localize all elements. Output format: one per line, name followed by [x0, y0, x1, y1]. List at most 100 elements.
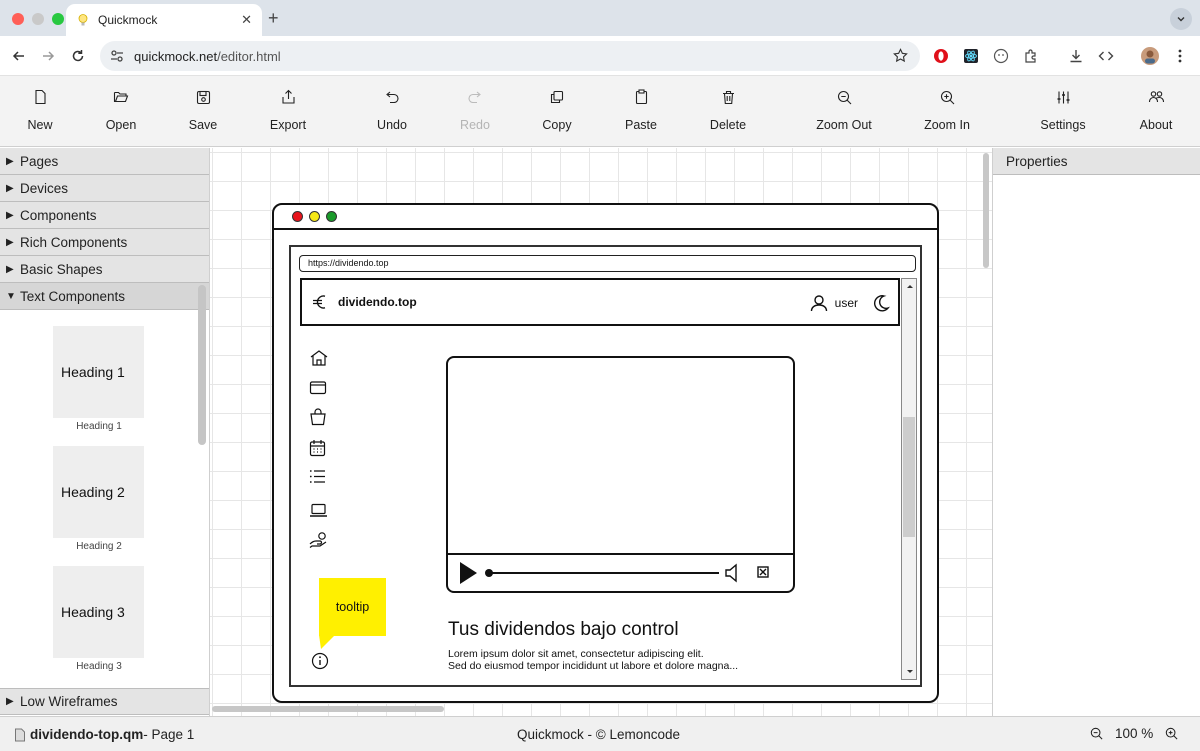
hand-coin-icon — [309, 531, 329, 549]
info-icon — [311, 652, 329, 670]
url-text: quickmock.net/editor.html — [134, 48, 281, 64]
undo-button[interactable]: Undo — [352, 86, 432, 138]
paste-button[interactable]: Paste — [601, 86, 681, 138]
devtools-code-icon[interactable] — [1096, 46, 1116, 66]
zoom-out-icon — [837, 86, 852, 108]
opera-extension-icon[interactable] — [931, 46, 951, 66]
properties-panel: Properties — [992, 148, 1200, 716]
browser-tab[interactable]: Quickmock ✕ — [66, 4, 262, 36]
browser-menu-icon[interactable] — [1170, 46, 1190, 66]
caret-right-icon: ▶ — [6, 236, 14, 248]
section-basic-shapes[interactable]: ▶ Basic Shapes — [0, 256, 209, 283]
maximize-window-button[interactable] — [52, 13, 64, 25]
mock-browser-viewport: https://dividendo.top dividendo.top user — [289, 245, 922, 687]
close-window-button[interactable] — [12, 13, 24, 25]
section-pages[interactable]: ▶ Pages — [0, 148, 209, 175]
zoom-in-icon[interactable] — [1165, 727, 1178, 740]
video-progress-bar[interactable] — [484, 567, 724, 579]
canvas-vertical-scrollbar[interactable] — [983, 153, 989, 268]
site-settings-icon[interactable] — [110, 49, 124, 63]
component-heading-2[interactable]: Heading 2 Heading 2 — [53, 446, 145, 552]
caret-right-icon: ▶ — [6, 696, 14, 707]
zoom-out-icon[interactable] — [1090, 727, 1103, 740]
reload-icon — [72, 50, 84, 62]
mock-scroll-thumb[interactable] — [903, 417, 915, 537]
forward-button[interactable] — [38, 46, 58, 66]
mock-browser-window[interactable]: https://dividendo.top dividendo.top user — [272, 203, 939, 703]
gallery-scrollbar[interactable] — [198, 285, 206, 445]
extensions-puzzle-icon[interactable] — [1021, 46, 1041, 66]
text-components-list: Heading 1 Heading 1 Heading 2 Heading 2 … — [0, 313, 210, 687]
new-tab-button[interactable]: + — [268, 8, 279, 28]
window-controls — [12, 13, 64, 25]
caret-right-icon: ▶ — [6, 182, 14, 194]
about-button[interactable]: About — [1116, 86, 1196, 138]
shopping-bag-icon — [309, 408, 327, 426]
section-rich-components[interactable]: ▶ Rich Components — [0, 229, 209, 256]
export-button[interactable]: Export — [248, 86, 328, 138]
redo-icon — [467, 86, 483, 108]
settings-button[interactable]: Settings — [1023, 86, 1103, 138]
mock-video-player[interactable] — [446, 356, 795, 593]
export-icon — [281, 86, 296, 108]
current-file: dividendo-top.qm - Page 1 — [14, 727, 194, 742]
save-button[interactable]: Save — [163, 86, 243, 138]
tab-search-button[interactable] — [1170, 8, 1192, 30]
zoom-out-button[interactable]: Zoom Out — [804, 86, 884, 138]
zoom-in-icon — [940, 86, 955, 108]
mock-scrollbar[interactable] — [901, 278, 917, 680]
component-gallery-panel: ▶ Pages ▶ Devices ▶ Components ▶ Rich Compon… — [0, 148, 210, 716]
new-button[interactable]: New — [0, 86, 80, 138]
downloads-icon[interactable] — [1066, 46, 1086, 66]
volume-icon[interactable] — [724, 563, 742, 583]
copy-button[interactable]: Copy — [517, 86, 597, 138]
minimize-window-button[interactable] — [32, 13, 44, 25]
canvas-horizontal-scrollbar[interactable] — [212, 706, 444, 712]
mock-maximize-dot — [326, 211, 337, 222]
calendar-icon — [309, 439, 326, 457]
component-heading-1[interactable]: Heading 1 Heading 1 — [53, 326, 145, 432]
open-button[interactable]: Open — [81, 86, 161, 138]
mock-minimize-dot — [309, 211, 320, 222]
url-field[interactable]: quickmock.net/editor.html — [100, 41, 920, 71]
zoom-level: 100 % — [1115, 726, 1154, 741]
section-devices[interactable]: ▶ Devices — [0, 175, 209, 202]
moon-icon — [872, 294, 890, 312]
back-button[interactable] — [9, 46, 29, 66]
copy-icon — [550, 86, 564, 108]
mock-brand: dividendo.top — [338, 295, 417, 309]
fullscreen-icon[interactable] — [757, 566, 769, 578]
browser-address-bar: quickmock.net/editor.html — [0, 36, 1200, 76]
react-devtools-icon[interactable] — [961, 46, 981, 66]
section-components[interactable]: ▶ Components — [0, 202, 209, 229]
editor-canvas[interactable]: https://dividendo.top dividendo.top user — [210, 148, 992, 716]
section-low-wireframes[interactable]: ▶ Low Wireframes — [0, 688, 209, 715]
extension-face-icon[interactable] — [991, 46, 1011, 66]
bookmark-star-icon[interactable] — [893, 48, 908, 63]
scroll-up-icon — [907, 285, 913, 288]
scroll-down-icon — [907, 670, 913, 673]
arrow-left-icon — [12, 51, 24, 61]
user-icon — [810, 294, 828, 312]
profile-avatar[interactable] — [1140, 46, 1160, 66]
zoom-controls: 100 % — [1090, 726, 1178, 741]
close-tab-icon[interactable]: ✕ — [241, 12, 252, 28]
component-heading-3[interactable]: Heading 3 Heading 3 — [53, 566, 145, 672]
reload-button[interactable] — [68, 46, 88, 66]
caret-right-icon: ▶ — [6, 155, 14, 167]
redo-button[interactable]: Redo — [435, 86, 515, 138]
mock-url-bar[interactable]: https://dividendo.top — [299, 255, 916, 272]
trash-icon — [722, 86, 735, 108]
mock-app-header: dividendo.top user — [300, 278, 900, 326]
mock-paragraph: Lorem ipsum dolor sit amet, consectetur … — [448, 648, 739, 672]
new-file-icon — [33, 86, 48, 108]
mock-user-label: user — [834, 296, 858, 310]
save-icon — [196, 86, 211, 108]
mock-close-dot — [292, 211, 303, 222]
section-text-components[interactable]: ▼ Text Components — [0, 283, 209, 310]
play-icon[interactable] — [458, 561, 478, 585]
zoom-in-button[interactable]: Zoom In — [907, 86, 987, 138]
browser-tab-strip: Quickmock ✕ + — [0, 0, 1200, 36]
euro-icon — [312, 293, 328, 311]
delete-button[interactable]: Delete — [688, 86, 768, 138]
